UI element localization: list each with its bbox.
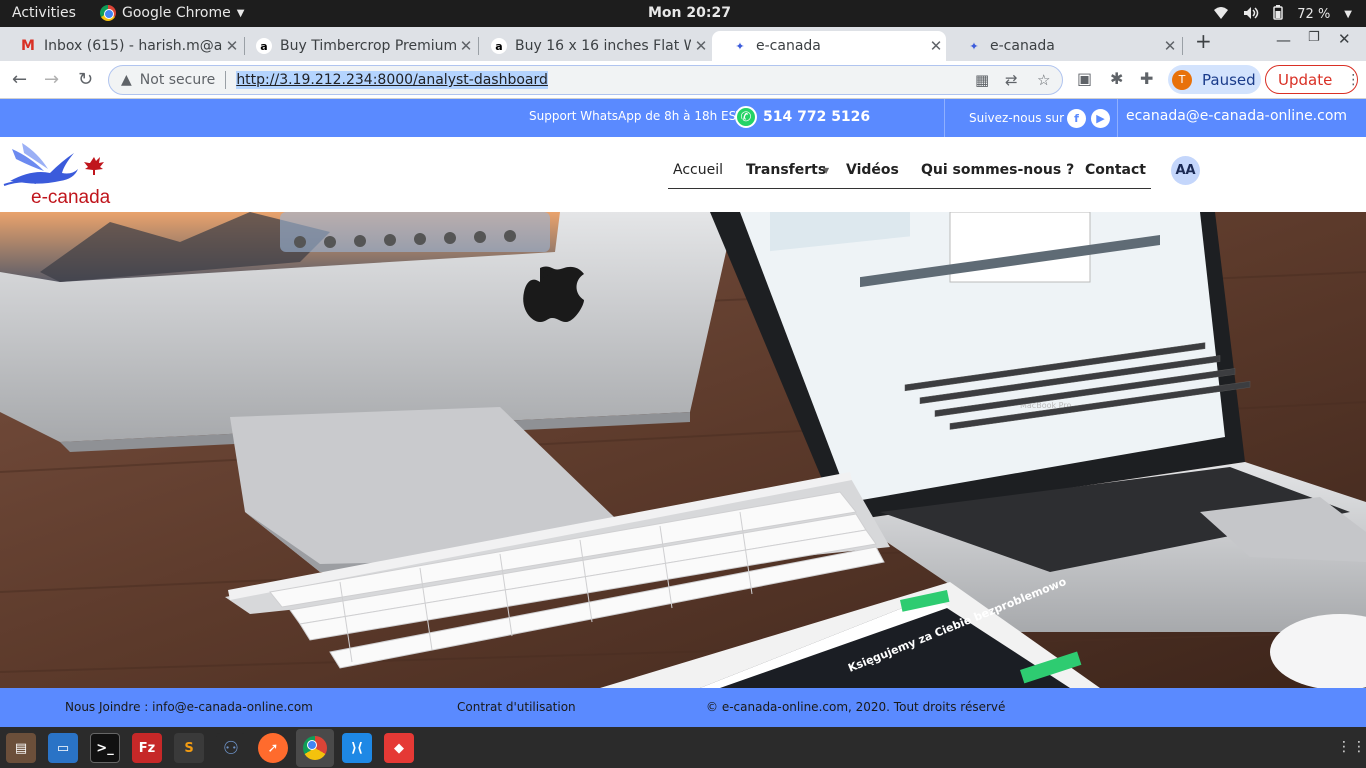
- close-window-icon[interactable]: ✕: [1338, 30, 1351, 48]
- footer-terms-link[interactable]: Contrat d'utilisation: [457, 700, 576, 714]
- profile-status: Paused: [1202, 70, 1256, 89]
- tab-e-canada[interactable]: ✦ e-canada ✕: [946, 31, 1180, 61]
- close-icon[interactable]: ✕: [691, 37, 711, 55]
- update-label: Update: [1278, 70, 1333, 89]
- clock[interactable]: Mon 20:27: [648, 5, 731, 21]
- main-nav: Accueil Transferts ▼ Vidéos Qui sommes-n…: [668, 153, 1151, 189]
- puzzle-icon[interactable]: ✚: [1140, 69, 1153, 88]
- tab-title: e-canada: [990, 38, 1055, 54]
- sublime-icon[interactable]: S: [174, 733, 204, 763]
- battery-icon: [1273, 5, 1284, 24]
- toolbar: ← → ↻ ▲ Not secure http://3.19.212.234:8…: [0, 61, 1366, 99]
- battery-percent: 72 %: [1297, 7, 1331, 22]
- address-bar[interactable]: ▲ Not secure http://3.19.212.234:8000/an…: [108, 65, 1063, 95]
- back-icon[interactable]: ←: [12, 69, 27, 90]
- anydesk-icon[interactable]: ◆: [384, 733, 414, 763]
- show-applications-icon[interactable]: ⋮⋮⋮: [1337, 739, 1366, 755]
- postman-icon[interactable]: ➚: [258, 733, 288, 763]
- more-menu-icon[interactable]: ⋮: [1346, 72, 1360, 88]
- facebook-icon[interactable]: f: [1067, 109, 1086, 128]
- terminal-icon[interactable]: >_: [90, 733, 120, 763]
- update-button[interactable]: Update ⋮: [1265, 65, 1360, 94]
- postgres-icon[interactable]: ⚇: [216, 733, 246, 763]
- tab-e-canada-active[interactable]: ✦ e-canada ✕: [712, 31, 946, 61]
- close-icon[interactable]: ✕: [1160, 37, 1180, 55]
- filezilla-icon[interactable]: Fz: [132, 733, 162, 763]
- footer-copyright: © e-canada-online.com, 2020. Tout droits…: [706, 700, 1006, 714]
- nav-home[interactable]: Accueil: [673, 162, 723, 178]
- files-drawer-icon[interactable]: ▤: [6, 733, 36, 763]
- site-header: e-canada Accueil Transferts ▼ Vidéos Qui…: [0, 137, 1366, 212]
- tab-gmail[interactable]: M Inbox (615) - harish.m@a ✕: [0, 31, 242, 61]
- phone-number[interactable]: 514 772 5126: [763, 109, 870, 125]
- tab-amazon-2[interactable]: a Buy 16 x 16 inches Flat W ✕: [471, 31, 711, 61]
- tab-title: Buy Timbercrop Premium: [280, 38, 456, 54]
- logo-text: e-canada: [31, 187, 111, 208]
- activities-button[interactable]: Activities: [12, 5, 76, 21]
- profile-button[interactable]: T Paused: [1168, 65, 1261, 94]
- vscode-icon[interactable]: ⟩⟨: [342, 733, 372, 763]
- tab-strip: M Inbox (615) - harish.m@a ✕ a Buy Timbe…: [0, 27, 1366, 61]
- close-icon[interactable]: ✕: [926, 37, 946, 55]
- user-avatar[interactable]: AA: [1171, 156, 1200, 185]
- bookmark-star-icon[interactable]: ☆: [1037, 71, 1050, 89]
- translate-icon[interactable]: ⇄: [1005, 71, 1018, 89]
- nav-contact[interactable]: Contact: [1085, 162, 1146, 178]
- document-icon[interactable]: ▭: [48, 733, 78, 763]
- e-canada-icon: ✦: [735, 39, 745, 53]
- whatsapp-icon[interactable]: ✆: [735, 106, 757, 128]
- youtube-icon[interactable]: ▶: [1091, 109, 1110, 128]
- app-name: Google Chrome: [122, 5, 231, 21]
- tab-amazon-1[interactable]: a Buy Timbercrop Premium ✕: [236, 31, 476, 61]
- minimize-icon[interactable]: —: [1276, 31, 1291, 49]
- url-text[interactable]: http://3.19.212.234:8000/analyst-dashboa…: [236, 71, 548, 89]
- gmail-icon: M: [21, 38, 35, 54]
- follow-text: Suivez-nous sur: [969, 111, 1065, 125]
- amazon-icon: a: [256, 38, 272, 54]
- restore-icon[interactable]: ❐: [1308, 30, 1320, 45]
- cast-icon[interactable]: ▣: [1077, 69, 1092, 88]
- nav-transfers[interactable]: Transferts: [746, 162, 826, 178]
- footer-contact[interactable]: Nous Joindre : info@e-canada-online.com: [65, 700, 313, 714]
- site-logo[interactable]: e-canada: [2, 139, 120, 211]
- wifi-icon: [1213, 6, 1229, 24]
- qr-code-icon[interactable]: ▦: [975, 71, 989, 89]
- volume-icon: [1243, 6, 1259, 24]
- chevron-down-icon: ▼: [236, 7, 245, 19]
- page-viewport: Support WhatsApp de 8h à 18h EST ✆ 514 7…: [0, 99, 1366, 727]
- caret-down-icon: ▼: [823, 166, 830, 175]
- tab-title: e-canada: [756, 38, 821, 54]
- warning-icon[interactable]: ▲: [121, 72, 132, 88]
- email-link[interactable]: ecanada@e-canada-online.com: [1126, 108, 1347, 124]
- system-top-bar: Activities Google Chrome ▼ Mon 20:27 72 …: [0, 0, 1366, 27]
- amazon-icon: a: [491, 38, 507, 54]
- nav-about[interactable]: Qui sommes-nous ?: [921, 162, 1074, 178]
- new-tab-icon[interactable]: +: [1195, 29, 1212, 53]
- chrome-dock-icon[interactable]: [296, 729, 334, 767]
- system-tray[interactable]: 72 % ▼: [1213, 5, 1352, 24]
- hero-image: MacBook Pro Księgujemy za Ciebie bezprob…: [0, 212, 1366, 688]
- chrome-icon: [100, 5, 116, 21]
- support-text: Support WhatsApp de 8h à 18h EST: [529, 109, 744, 123]
- chrome-icon: [303, 736, 327, 760]
- nav-videos[interactable]: Vidéos: [846, 162, 899, 178]
- extension-icon[interactable]: ✱: [1110, 69, 1123, 88]
- avatar: T: [1172, 69, 1192, 90]
- chevron-down-icon: ▼: [1344, 9, 1352, 20]
- dock: ▤ ▭ >_ Fz S ⚇ ➚ ⟩⟨ ◆ ⋮⋮⋮: [0, 727, 1366, 768]
- site-footer: Nous Joindre : info@e-canada-online.com …: [0, 688, 1366, 727]
- tab-title: Buy 16 x 16 inches Flat W: [515, 38, 691, 54]
- app-menu[interactable]: Google Chrome ▼: [100, 5, 244, 21]
- security-label[interactable]: Not secure: [140, 72, 216, 88]
- reload-icon[interactable]: ↻: [78, 69, 93, 90]
- info-bar: Support WhatsApp de 8h à 18h EST ✆ 514 7…: [0, 99, 1366, 137]
- tab-title: Inbox (615) - harish.m@a: [44, 38, 222, 54]
- forward-icon[interactable]: →: [44, 69, 59, 90]
- desk-devices-illustration: MacBook Pro Księgujemy za Ciebie bezprob…: [0, 212, 1366, 688]
- e-canada-icon: ✦: [969, 39, 979, 53]
- dove-icon: [3, 143, 104, 186]
